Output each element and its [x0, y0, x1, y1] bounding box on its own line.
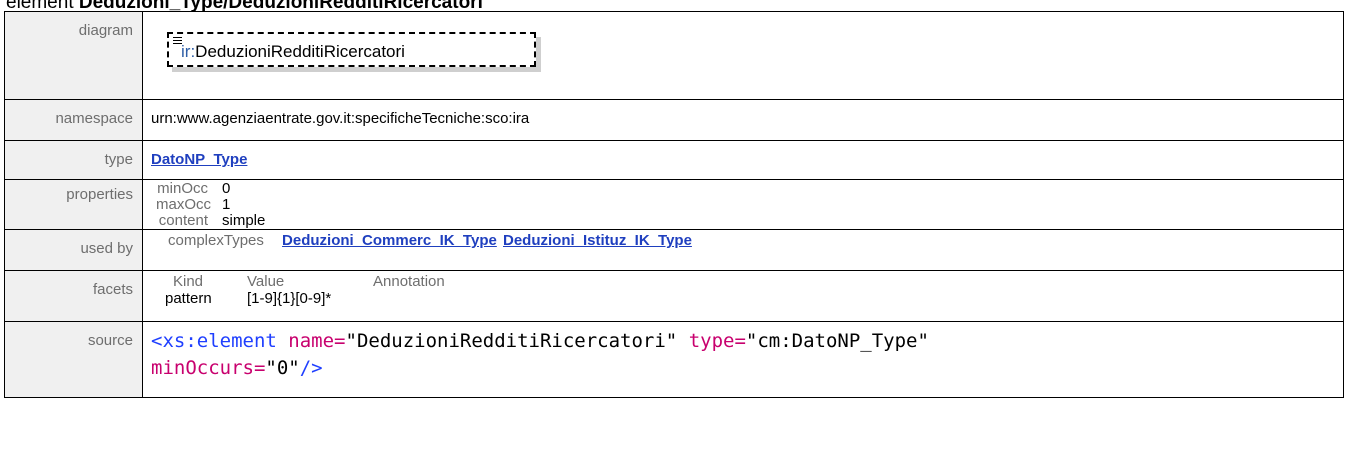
diagram-element-label: ir:DeduzioniRedditiRicercatori — [181, 42, 405, 61]
used-by-kind: complexTypes — [168, 232, 264, 249]
facet-value: [1-9]{1}[0-9]* — [247, 290, 332, 307]
value-source: <xs:element name="DeduzioniRedditiRicerc… — [142, 321, 1344, 398]
row-source: source <xs:element name="DeduzioniReddit… — [4, 321, 1344, 398]
label-source: source — [4, 321, 143, 398]
value-type: DatoNP_Type — [142, 140, 1344, 180]
label-facets: facets — [4, 270, 143, 322]
row-type: type DatoNP_Type — [4, 140, 1344, 180]
facets-header-annotation: Annotation — [373, 273, 445, 290]
label-type: type — [4, 140, 143, 180]
source-code: <xs:element name="DeduzioniRedditiRicerc… — [151, 330, 929, 379]
facet-kind: pattern — [165, 290, 212, 307]
value-used-by: complexTypes Deduzioni_Commerc_IK_Type D… — [142, 229, 1344, 271]
diagram-element-box[interactable]: ir:DeduzioniRedditiRicercatori — [167, 32, 536, 67]
label-used-by: used by — [4, 229, 143, 271]
label-diagram: diagram — [4, 11, 143, 100]
used-by-link-istituz[interactable]: Deduzioni_Istituz_IK_Type — [503, 232, 692, 249]
element-diagram: ir:DeduzioniRedditiRicercatori — [167, 32, 541, 72]
value-namespace: urn:www.agenziaentrate.gov.it:specifiche… — [142, 99, 1344, 141]
facets-header-value: Value — [247, 273, 285, 290]
property-row: minOcc 0 — [157, 180, 231, 197]
facets-header-kind: Kind — [173, 273, 204, 290]
label-namespace: namespace — [4, 99, 143, 141]
value-properties: minOcc 0 maxOcc 1 content simple — [142, 179, 1344, 230]
value-facets: Kind Value Annotation pattern [1-9]{1}[0… — [142, 270, 1344, 322]
row-namespace: namespace urn:www.agenziaentrate.gov.it:… — [4, 99, 1344, 141]
label-properties: properties — [4, 179, 143, 230]
used-by-link-commerc[interactable]: Deduzioni_Commerc_IK_Type — [282, 232, 497, 249]
row-facets: facets Kind Value Annotation pattern [1-… — [4, 270, 1344, 322]
type-link[interactable]: DatoNP_Type — [151, 151, 247, 168]
property-row: content simple — [158, 212, 266, 229]
row-properties: properties minOcc 0 maxOcc 1 content sim… — [4, 179, 1344, 230]
row-used-by: used by complexTypes Deduzioni_Commerc_I… — [4, 229, 1344, 271]
property-row: maxOcc 1 — [156, 196, 231, 213]
